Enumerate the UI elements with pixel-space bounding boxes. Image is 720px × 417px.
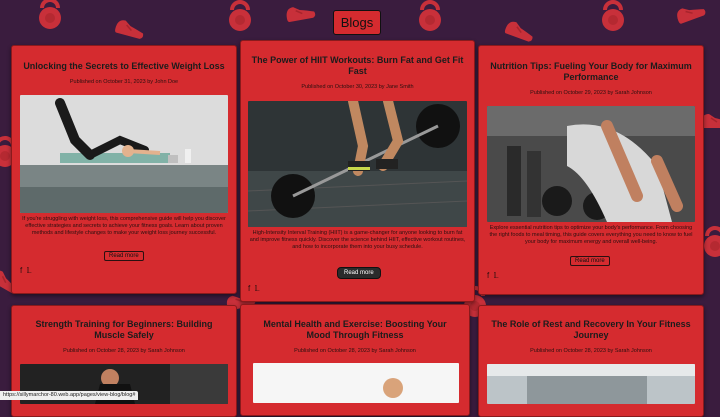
read-more-button[interactable]: Read more (337, 267, 381, 279)
blog-card: Strength Training for Beginners: Buildin… (11, 305, 237, 417)
card-title[interactable]: The Role of Rest and Recovery In Your Fi… (479, 319, 703, 341)
card-title[interactable]: Unlocking the Secrets to Effective Weigh… (12, 61, 236, 72)
card-image (253, 363, 459, 403)
card-title[interactable]: The Power of HIIT Workouts: Burn Fat and… (241, 55, 474, 77)
card-title[interactable]: Nutrition Tips: Fueling Your Body for Ma… (479, 61, 703, 83)
status-bar-url: https://sillymarchor-80.web.app/pages/vi… (0, 391, 139, 400)
facebook-icon[interactable]: f (248, 284, 250, 293)
card-excerpt: High-Intensity Interval Training (HIIT) … (249, 230, 466, 250)
card-image (487, 364, 695, 404)
page-title: Blogs (333, 10, 381, 35)
blog-card: The Power of HIIT Workouts: Burn Fat and… (240, 40, 475, 302)
blog-card: Unlocking the Secrets to Effective Weigh… (11, 45, 237, 294)
twitter-icon[interactable]: 𝕃 (26, 266, 31, 275)
card-image (487, 106, 695, 222)
read-more-button[interactable]: Read more (104, 251, 144, 261)
card-meta: Published on October 28, 2023 by Sarah J… (63, 348, 185, 354)
card-image (20, 95, 228, 213)
facebook-icon[interactable]: f (20, 266, 22, 275)
blog-card: Nutrition Tips: Fueling Your Body for Ma… (478, 45, 704, 295)
card-image (248, 101, 467, 227)
card-meta: Published on October 28, 2023 by Sarah J… (294, 348, 416, 354)
card-title[interactable]: Strength Training for Beginners: Buildin… (12, 319, 236, 341)
card-meta: Published on October 31, 2023 by John Do… (69, 79, 179, 85)
blog-card: The Role of Rest and Recovery In Your Fi… (478, 305, 704, 417)
blog-card: Mental Health and Exercise: Boosting You… (240, 304, 470, 416)
card-meta: Published on October 30, 2023 by Jane Sm… (301, 84, 414, 90)
twitter-icon[interactable]: 𝕃 (493, 271, 498, 280)
card-excerpt: Explore essential nutrition tips to opti… (489, 225, 693, 245)
twitter-icon[interactable]: 𝕃 (254, 284, 259, 293)
social-links: f 𝕃 (20, 266, 31, 275)
read-more-button[interactable]: Read more (570, 256, 610, 266)
social-links: f 𝕃 (487, 271, 498, 280)
social-links: f 𝕃 (248, 284, 259, 293)
card-title[interactable]: Mental Health and Exercise: Boosting You… (241, 319, 469, 341)
card-meta: Published on October 28, 2023 by Sarah J… (530, 348, 652, 354)
card-excerpt: If you're struggling with weight loss, t… (22, 216, 226, 236)
card-meta: Published on October 29, 2023 by Sarah J… (530, 90, 652, 96)
facebook-icon[interactable]: f (487, 271, 489, 280)
